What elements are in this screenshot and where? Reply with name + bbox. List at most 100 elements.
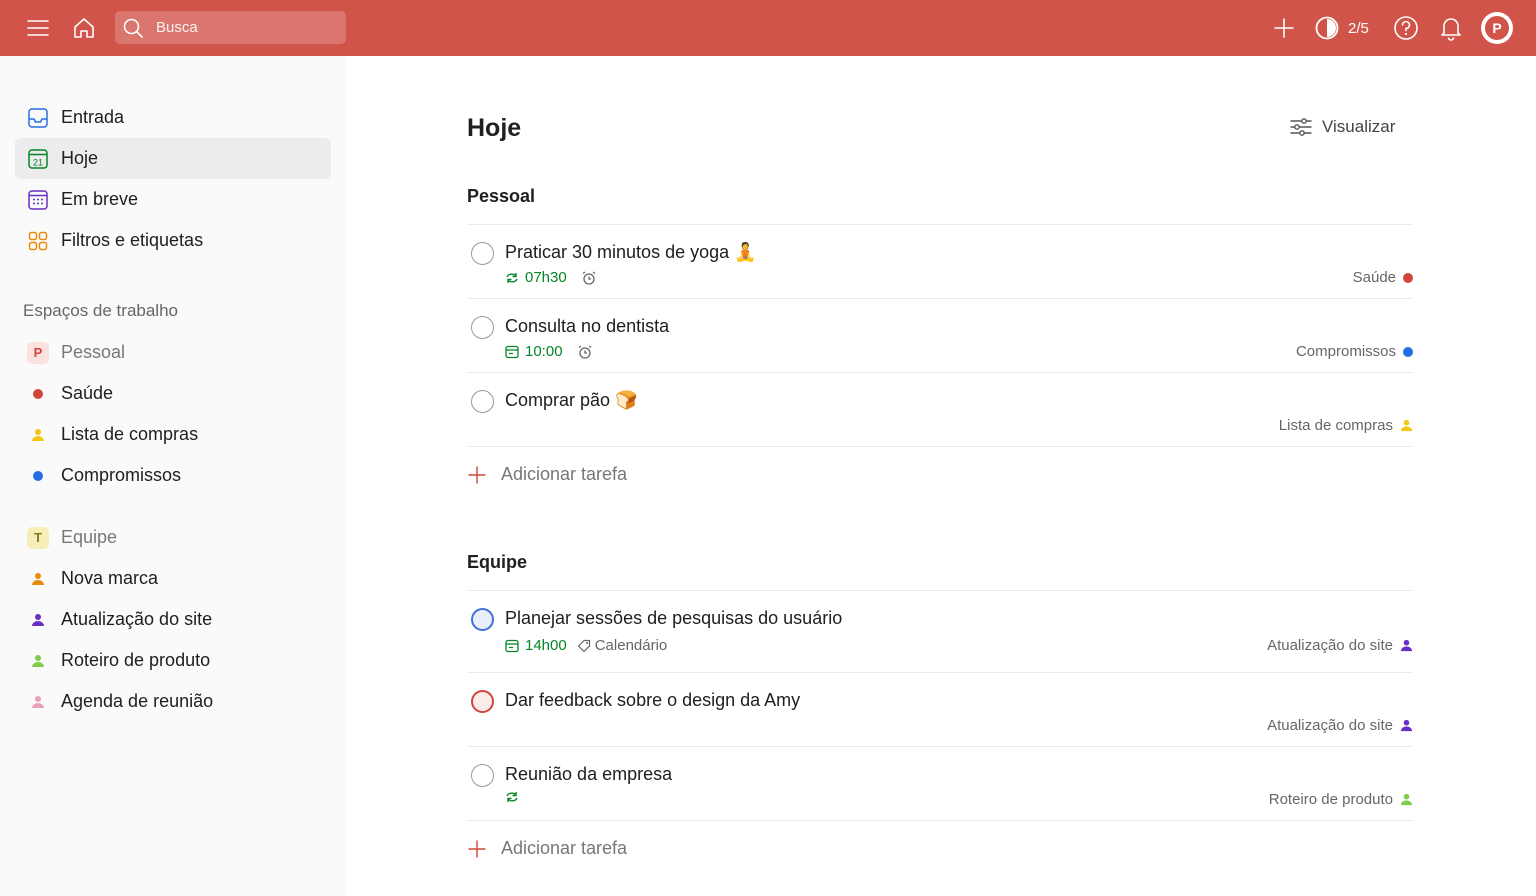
sidebar-item-roteiro-de-produto[interactable]: Roteiro de produto xyxy=(15,640,331,681)
task-title: Comprar pão 🍞 xyxy=(505,390,638,410)
project-dot-icon xyxy=(1403,272,1413,283)
calendar-today-icon: 21 xyxy=(15,148,61,170)
task-checkbox[interactable] xyxy=(471,690,494,713)
view-button[interactable]: Visualizar xyxy=(1290,114,1395,140)
recurring-icon xyxy=(506,792,518,802)
menu-icon[interactable] xyxy=(22,12,54,44)
sidebar-item-inbox[interactable]: Entrada xyxy=(15,97,331,138)
sidebar-item-saude[interactable]: Saúde xyxy=(15,373,331,414)
divider xyxy=(467,224,1413,225)
task-checkbox[interactable] xyxy=(471,390,494,413)
sidebar-item-label: Hoje xyxy=(61,148,99,168)
task-checkbox[interactable] xyxy=(471,608,494,631)
plus-icon[interactable] xyxy=(1268,12,1300,44)
person-icon xyxy=(1400,639,1413,652)
task-item[interactable]: Consulta no dentista 10:00 Compromissos xyxy=(467,310,1413,372)
workspace-team[interactable]: T Equipe xyxy=(15,517,331,558)
add-task-button[interactable]: Adicionar tarefa xyxy=(467,464,627,485)
task-project-label: Atualização do site xyxy=(1267,637,1393,654)
main-content: Hoje Visualizar Pessoal Praticar 30 minu… xyxy=(346,56,1536,896)
calendar-icon xyxy=(505,345,519,358)
task-checkbox[interactable] xyxy=(471,764,494,787)
task-time: 10:00 xyxy=(525,343,563,360)
add-task-label: Adicionar tarefa xyxy=(501,464,628,484)
bell-icon[interactable] xyxy=(1435,12,1467,44)
task-checkbox[interactable] xyxy=(471,316,494,339)
group-title: Pessoal xyxy=(467,186,536,206)
sidebar-item-filters[interactable]: Filtros e etiquetas xyxy=(15,220,331,261)
divider xyxy=(467,298,1413,299)
sidebar-item-label: Nova marca xyxy=(61,568,159,588)
sidebar-item-label: Agenda de reunião xyxy=(61,691,214,711)
karma-count: 2/5 xyxy=(1348,19,1369,37)
task-checkbox[interactable] xyxy=(471,242,494,265)
task-item[interactable]: Praticar 30 minutos de yoga 🧘 07h30 Saúd… xyxy=(467,236,1413,298)
divider xyxy=(467,446,1413,447)
top-bar: 2/5 P xyxy=(0,0,1536,56)
person-icon xyxy=(15,695,61,709)
karma-icon xyxy=(1315,16,1339,40)
task-project[interactable]: Lista de compras xyxy=(1279,417,1413,434)
page-title: Hoje xyxy=(467,114,522,142)
sidebar-item-label: Compromissos xyxy=(61,465,182,485)
task-label-text: Calendário xyxy=(594,637,668,654)
tag-icon xyxy=(577,639,590,652)
task-due: 14h00 Calendário xyxy=(505,637,667,654)
task-project[interactable]: Atualização do site xyxy=(1267,717,1413,734)
sliders-icon xyxy=(1290,118,1312,136)
task-item[interactable]: Dar feedback sobre o design da Amy Atual… xyxy=(467,684,1413,746)
sidebar-item-agenda-de-reuniao[interactable]: Agenda de reunião xyxy=(15,681,331,722)
person-icon xyxy=(15,613,61,627)
sidebar-item-label: Roteiro de produto xyxy=(61,650,211,670)
person-icon xyxy=(15,654,61,668)
task-title: Praticar 30 minutos de yoga 🧘 xyxy=(505,242,757,262)
task-project[interactable]: Atualização do site xyxy=(1267,637,1413,654)
task-project[interactable]: Roteiro de produto xyxy=(1269,791,1413,808)
workspace-label: Pessoal xyxy=(61,342,126,362)
calendar-icon xyxy=(505,639,519,652)
workspace-badge: T xyxy=(27,526,49,549)
sidebar-item-compromissos[interactable]: Compromissos xyxy=(15,455,331,496)
sidebar-item-upcoming[interactable]: Em breve xyxy=(15,179,331,220)
sidebar-item-label: Lista de compras xyxy=(61,424,199,444)
task-item[interactable]: Planejar sessões de pesquisas do usuário… xyxy=(467,602,1413,672)
help-icon[interactable] xyxy=(1390,12,1422,44)
task-due: 10:00 xyxy=(505,343,593,360)
sidebar: Entrada 21 Hoje Em breve Filtros e etiqu… xyxy=(0,56,346,896)
divider xyxy=(467,820,1413,821)
search-bar[interactable] xyxy=(115,11,346,44)
sidebar-item-lista-de-compras[interactable]: Lista de compras xyxy=(15,414,331,455)
project-dot-icon xyxy=(33,388,43,399)
task-item[interactable]: Comprar pão 🍞 Lista de compras xyxy=(467,384,1413,446)
sidebar-item-label: Entrada xyxy=(61,107,125,127)
workspace-label: Equipe xyxy=(61,527,118,547)
task-time: 07h30 xyxy=(525,269,567,286)
task-project[interactable]: Compromissos xyxy=(1296,343,1413,360)
sidebar-item-today[interactable]: 21 Hoje xyxy=(15,138,331,179)
karma-button[interactable]: 2/5 xyxy=(1314,12,1369,44)
avatar[interactable]: P xyxy=(1481,12,1513,44)
alarm-icon xyxy=(582,270,596,285)
sidebar-item-nova-marca[interactable]: Nova marca xyxy=(15,558,331,599)
task-title: Planejar sessões de pesquisas do usuário xyxy=(505,608,843,628)
divider xyxy=(467,672,1413,673)
workspace-personal[interactable]: P Pessoal xyxy=(15,332,331,373)
task-due: 07h30 xyxy=(505,269,597,286)
person-icon xyxy=(15,572,61,586)
search-input[interactable] xyxy=(156,19,336,36)
task-project-label: Compromissos xyxy=(1295,343,1396,360)
sidebar-item-atualizacao-do-site[interactable]: Atualização do site xyxy=(15,599,331,640)
alarm-icon xyxy=(578,344,591,359)
person-icon xyxy=(1400,719,1413,732)
add-task-label: Adicionar tarefa xyxy=(501,838,628,858)
divider xyxy=(467,746,1413,747)
task-item[interactable]: Reunião da empresa Roteiro de produto xyxy=(467,758,1413,820)
home-icon[interactable] xyxy=(68,12,100,44)
task-project[interactable]: Saúde xyxy=(1353,269,1413,286)
person-icon xyxy=(1400,793,1413,806)
task-label[interactable]: Calendário xyxy=(577,637,668,654)
calendar-upcoming-icon xyxy=(15,189,61,211)
search-icon xyxy=(115,11,151,44)
sidebar-item-label: Em breve xyxy=(61,189,139,209)
add-task-button[interactable]: Adicionar tarefa xyxy=(467,838,627,859)
